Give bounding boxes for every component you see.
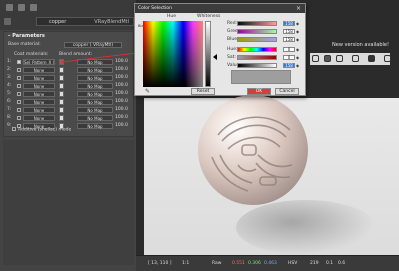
whiteness-label: Whiteness [197,14,221,19]
sat-slider[interactable] [237,55,277,60]
red-value-field[interactable]: 158 [283,21,295,26]
value-channel: Value: 158 ◆ [227,63,303,68]
hue-channel: Hue: 0 ◆ [227,47,303,52]
eyedropper-icon[interactable]: ✎ [145,88,153,96]
whiteness-arrow-icon[interactable] [213,54,217,60]
channel-label: Hue: [227,47,238,52]
color-preview-swatch [231,70,291,84]
dialog-title: Color Selection [138,6,172,11]
hue-value-field[interactable]: 0 [283,47,295,52]
blue-channel: Blue: 158 ◆ [227,37,303,42]
channel-label: Red: [227,21,238,26]
color-selection-dialog: Color Selection × Hue Whiteness Blacknes… [134,3,306,96]
red-channel: Red: 158 ◆ [227,21,303,26]
dialog-titlebar[interactable]: Color Selection × [135,4,305,13]
ok-button[interactable]: OK [247,88,271,95]
green-slider[interactable] [237,29,277,34]
cancel-button[interactable]: Cancel [275,88,299,95]
blackness-label: Blackness [138,24,156,86]
spinner-icon[interactable]: ◆ [296,47,299,52]
blue-slider[interactable] [237,37,277,42]
sat-value-field[interactable]: 0 [283,55,295,60]
spinner-icon[interactable]: ◆ [296,55,299,60]
hue-label: Hue [167,14,177,19]
spinner-icon[interactable]: ◆ [296,37,299,42]
spectrum-overlay [143,21,203,87]
spinner-icon[interactable]: ◆ [296,21,299,26]
hue-slider[interactable] [237,47,277,52]
spinner-icon[interactable]: ◆ [296,63,299,68]
green-channel: Green: 158 ◆ [227,29,303,34]
reset-button[interactable]: Reset [191,88,215,95]
red-slider[interactable] [237,21,277,26]
spinner-icon[interactable]: ◆ [296,29,299,34]
whiteness-slider[interactable] [205,21,211,87]
value-value-field[interactable]: 158 [283,63,295,68]
green-value-field[interactable]: 158 [283,29,295,34]
channel-label: Sat: [227,55,236,60]
sat-channel: Sat: 0 ◆ [227,55,303,60]
blue-value-field[interactable]: 158 [283,37,295,42]
close-icon[interactable]: × [296,5,301,12]
value-slider[interactable] [237,63,277,68]
